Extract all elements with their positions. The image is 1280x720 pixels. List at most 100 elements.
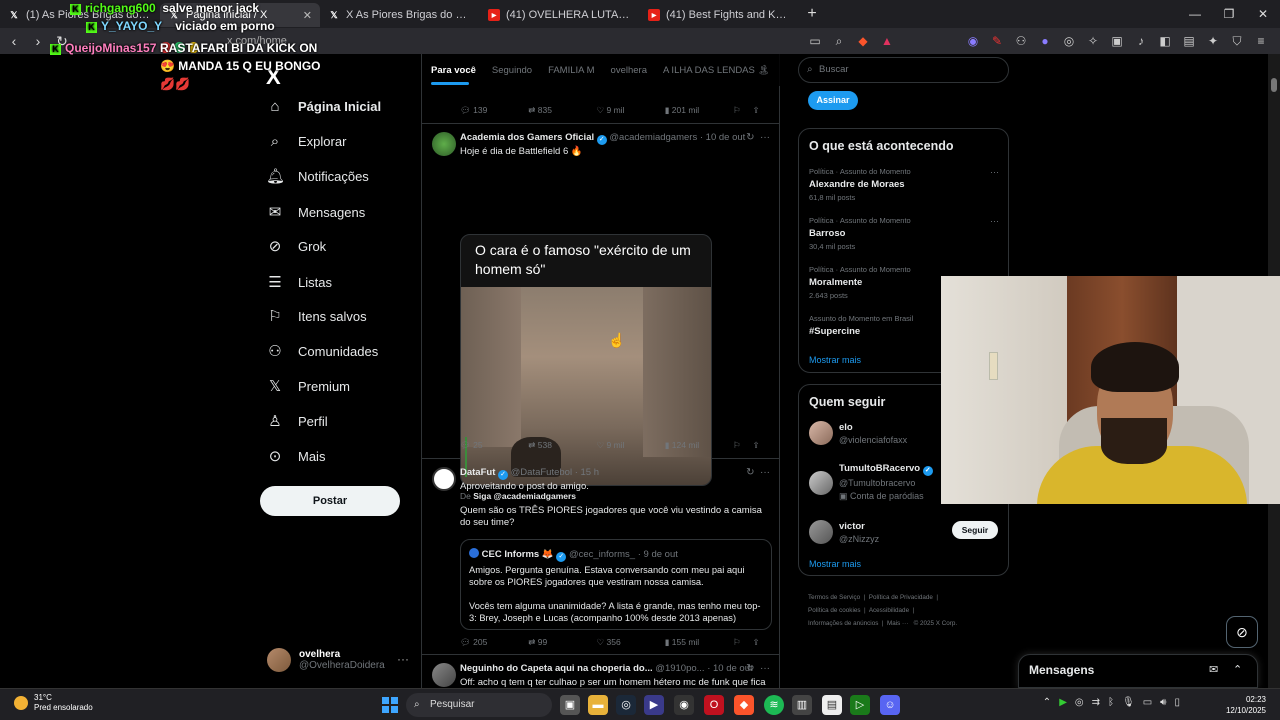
repost-button[interactable]: ⇄ 99 <box>528 637 596 648</box>
sidebar-item-notifications[interactable]: 🔔︎ Notificações <box>266 167 369 185</box>
tab-following[interactable]: Seguindo <box>492 65 532 76</box>
footer-link[interactable]: Mais ··· <box>887 620 908 627</box>
github-icon[interactable]: ◉ <box>674 695 694 715</box>
sidebar-item-home[interactable]: ⌂ Página Inicial <box>266 98 381 115</box>
tab-list[interactable]: A ILHA DAS LENDAS 🏝 <box>663 65 770 76</box>
show-more-link[interactable]: Mostrar mais <box>809 559 861 569</box>
sidebar-icon[interactable]: ◧ <box>1154 32 1176 50</box>
views-count[interactable]: ▮ 201 mil <box>665 105 733 116</box>
browser-tab[interactable]: ▶ (41) OVELHERA LUTANDO BOXE KKK <box>480 3 640 27</box>
screenshot-icon[interactable]: ▣ <box>1106 32 1128 50</box>
scrollbar-thumb[interactable] <box>1271 78 1277 92</box>
footer-link[interactable]: Política de cookies <box>808 607 861 614</box>
author-name[interactable]: Neguinho do Capeta aqui na choperia do..… <box>460 663 653 674</box>
tweet-date[interactable]: 15 h <box>581 467 600 478</box>
new-tab-button[interactable]: + <box>800 5 824 23</box>
extensions-icon[interactable]: ✧ <box>1082 32 1104 50</box>
volume-icon[interactable]: 🔊︎ <box>1160 697 1166 708</box>
new-message-icon[interactable]: ✉ <box>1209 663 1218 676</box>
avatar[interactable] <box>432 663 456 687</box>
steam-icon[interactable]: ◎ <box>616 695 636 715</box>
brave-icon[interactable]: ◆ <box>734 695 754 715</box>
tweet[interactable]: DataFut ✓ @DataFutebol · 15 h ↻ ··· Apro… <box>422 459 780 655</box>
menu-icon[interactable]: ≡ <box>1250 32 1272 50</box>
clock[interactable]: 02:23 12/10/2025 <box>1226 694 1266 716</box>
sidebar-item-lists[interactable]: ☰ Listas <box>266 273 332 291</box>
microphone-icon[interactable]: 🎙︎ <box>1122 697 1135 708</box>
messages-drawer[interactable]: Mensagens ✉ ⌃ <box>1018 654 1258 688</box>
extension-icon[interactable]: ● <box>1034 32 1056 50</box>
follow-button[interactable]: Seguir <box>952 521 998 539</box>
like-button[interactable]: ♡ 9 mil <box>597 105 665 116</box>
taskbar-search[interactable]: ⌕ Pesquisar <box>406 693 552 717</box>
reply-button[interactable]: 💬︎ 25 <box>460 440 528 451</box>
expand-icon[interactable]: ⌃ <box>1233 663 1242 676</box>
sidebar-item-grok[interactable]: ⊘ Grok <box>266 237 326 255</box>
footer-link[interactable]: Termos de Serviço <box>808 594 860 601</box>
like-button[interactable]: ♡ 356 <box>597 637 665 648</box>
trend-item[interactable]: Política · Assunto do Momento Barroso 30… <box>809 216 999 251</box>
grok-icon[interactable]: ⊘ <box>1226 616 1258 648</box>
close-window-icon[interactable]: ✕ <box>1246 7 1280 21</box>
author-handle[interactable]: @DataFutebol <box>511 467 572 478</box>
opera-icon[interactable]: O <box>704 695 724 715</box>
views-count[interactable]: ▮ 155 mil <box>665 637 733 648</box>
bluetooth-icon[interactable]: ᛒ <box>1108 697 1114 708</box>
reply-button[interactable]: 💬︎ 205 <box>460 637 528 648</box>
author-handle[interactable]: @1910po... <box>655 663 704 674</box>
wallet-icon[interactable]: ▤ <box>1178 32 1200 50</box>
more-options-icon[interactable]: ↻ ··· <box>746 663 770 674</box>
tweet-date[interactable]: 10 de out <box>706 132 746 143</box>
vpn-icon[interactable]: ⛉ <box>1226 32 1248 50</box>
trend-item[interactable]: Política · Assunto do Momento Alexandre … <box>809 167 999 202</box>
rewards-icon[interactable]: ▲ <box>876 32 898 50</box>
extension-icon[interactable]: ◉ <box>962 32 984 50</box>
browser-tab[interactable]: 𝕏X As Piores Brigas do Mundo (@peleas <box>320 3 480 27</box>
kick-icon[interactable]: ▷ <box>850 695 870 715</box>
bookmark-icon[interactable]: ⚐ <box>733 440 753 451</box>
subscribe-button[interactable]: Assinar <box>808 91 858 110</box>
battery-icon[interactable]: ▯ <box>1174 697 1180 708</box>
tray-app-icon[interactable]: ▶ <box>1059 697 1067 708</box>
more-options-icon[interactable]: ··· <box>990 216 999 226</box>
post-button[interactable]: Postar <box>260 486 400 516</box>
bookmark-icon[interactable]: ⚐ <box>733 105 753 116</box>
sidebar-item-premium[interactable]: 𝕏 Premium <box>266 377 350 395</box>
tweet[interactable]: Academia dos Gamers Oficial ✓ @academiad… <box>422 124 780 501</box>
tab-list[interactable]: ovelhera <box>611 65 647 76</box>
search-input[interactable]: ⌕ Buscar <box>798 57 1009 83</box>
footer-link[interactable]: Informações de anúncios <box>808 620 878 627</box>
task-view-icon[interactable]: ▣ <box>560 695 580 715</box>
cast-icon[interactable]: ▭ <box>804 32 826 50</box>
discord-icon[interactable]: ☺ <box>880 695 900 715</box>
author-handle[interactable]: @academiadgamers <box>609 132 697 143</box>
share-icon[interactable]: ⇪ <box>753 440 773 451</box>
share-icon[interactable]: ⇪ <box>753 637 773 648</box>
footer-link[interactable]: Política de Privacidade <box>869 594 933 601</box>
file-explorer-icon[interactable]: ▬ <box>588 695 608 715</box>
music-icon[interactable]: ♪ <box>1130 32 1152 50</box>
notepad-icon[interactable]: ▤ <box>822 695 842 715</box>
spotify-icon[interactable]: ≋ <box>764 695 784 715</box>
more-options-icon[interactable]: ··· <box>397 652 409 666</box>
extension-icon[interactable]: ◎ <box>1058 32 1080 50</box>
sidebar-item-more[interactable]: ⊙ Mais <box>266 447 326 465</box>
windows-start-icon[interactable] <box>382 697 398 713</box>
sidebar-item-communities[interactable]: ⚇ Comunidades <box>266 342 378 360</box>
zoom-icon[interactable]: ⌕ <box>828 32 850 50</box>
sidebar-item-messages[interactable]: ✉ Mensagens <box>266 203 366 221</box>
avatar[interactable] <box>432 132 456 156</box>
like-button[interactable]: ♡ 9 mil <box>597 440 665 451</box>
tab-list[interactable]: FAMILIA M <box>548 65 594 76</box>
views-count[interactable]: ▮ 124 mil <box>665 440 733 451</box>
minimize-icon[interactable]: — <box>1178 7 1212 21</box>
maximize-icon[interactable]: ❐ <box>1212 7 1246 21</box>
more-options-icon[interactable]: ··· <box>990 167 999 177</box>
extension-icon[interactable]: ⚇ <box>1010 32 1032 50</box>
footer-link[interactable]: Acessibilidade <box>869 607 909 614</box>
author-name[interactable]: Academia dos Gamers Oficial <box>460 132 594 143</box>
more-options-icon[interactable]: ↻ ··· <box>746 132 770 143</box>
repost-button[interactable]: ⇄ 835 <box>528 105 596 116</box>
sidebar-item-bookmarks[interactable]: ⚐ Itens salvos <box>266 307 366 325</box>
show-more-link[interactable]: Mostrar mais <box>809 355 861 365</box>
